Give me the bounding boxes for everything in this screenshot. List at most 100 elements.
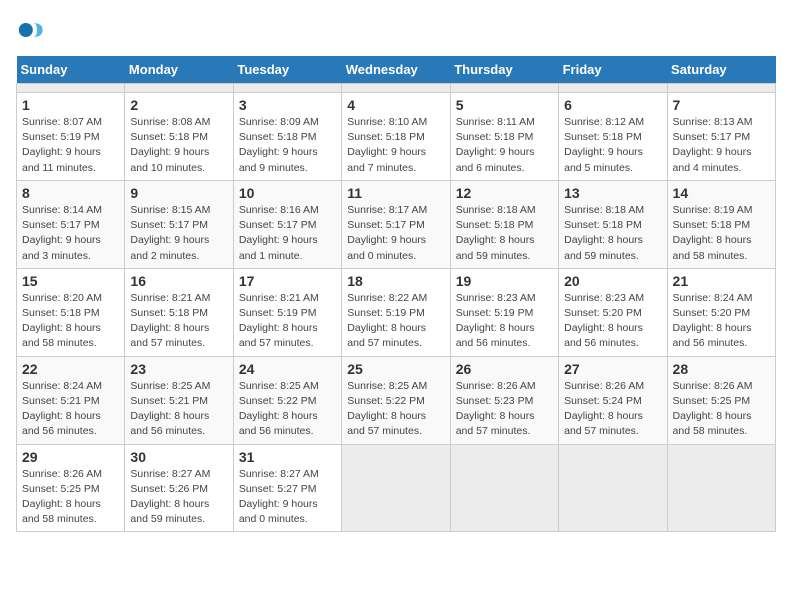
weekday-thursday: Thursday — [450, 56, 558, 84]
day-info: Sunrise: 8:14 AM Sunset: 5:17 PM Dayligh… — [22, 203, 119, 264]
day-number: 12 — [456, 185, 553, 201]
day-info: Sunrise: 8:21 AM Sunset: 5:19 PM Dayligh… — [239, 291, 336, 352]
day-info: Sunrise: 8:25 AM Sunset: 5:21 PM Dayligh… — [130, 379, 227, 440]
calendar-week-5: 29 Sunrise: 8:26 AM Sunset: 5:25 PM Dayli… — [17, 444, 776, 532]
calendar-cell — [342, 444, 450, 532]
calendar-cell: 17 Sunrise: 8:21 AM Sunset: 5:19 PM Dayli… — [233, 268, 341, 356]
calendar-week-3: 15Sunrise: 8:20 AM Sunset: 5:18 PM Dayli… — [17, 268, 776, 356]
calendar-cell: 6 Sunrise: 8:12 AM Sunset: 5:18 PM Daylig… — [559, 93, 667, 181]
calendar-cell: 7 Sunrise: 8:13 AM Sunset: 5:17 PM Daylig… — [667, 93, 775, 181]
calendar-cell: 14 Sunrise: 8:19 AM Sunset: 5:18 PM Dayli… — [667, 180, 775, 268]
day-info: Sunrise: 8:18 AM Sunset: 5:18 PM Dayligh… — [456, 203, 553, 264]
day-number: 3 — [239, 97, 336, 113]
day-info: Sunrise: 8:24 AM Sunset: 5:21 PM Dayligh… — [22, 379, 119, 440]
weekday-saturday: Saturday — [667, 56, 775, 84]
day-number: 22 — [22, 361, 119, 377]
day-info: Sunrise: 8:16 AM Sunset: 5:17 PM Dayligh… — [239, 203, 336, 264]
day-info: Sunrise: 8:26 AM Sunset: 5:23 PM Dayligh… — [456, 379, 553, 440]
calendar-cell: 11Sunrise: 8:17 AM Sunset: 5:17 PM Dayli… — [342, 180, 450, 268]
day-number: 27 — [564, 361, 661, 377]
logo-icon — [16, 16, 44, 44]
day-number: 7 — [673, 97, 770, 113]
day-number: 11 — [347, 185, 444, 201]
calendar-cell — [342, 84, 450, 93]
day-number: 18 — [347, 273, 444, 289]
day-number: 4 — [347, 97, 444, 113]
day-info: Sunrise: 8:07 AM Sunset: 5:19 PM Dayligh… — [22, 115, 119, 176]
day-info: Sunrise: 8:12 AM Sunset: 5:18 PM Dayligh… — [564, 115, 661, 176]
day-number: 24 — [239, 361, 336, 377]
calendar-cell — [17, 84, 125, 93]
calendar-cell: 31 Sunrise: 8:27 AM Sunset: 5:27 PM Dayli… — [233, 444, 341, 532]
calendar-cell: 13 Sunrise: 8:18 AM Sunset: 5:18 PM Dayli… — [559, 180, 667, 268]
day-info: Sunrise: 8:23 AM Sunset: 5:19 PM Dayligh… — [456, 291, 553, 352]
calendar-cell: 26 Sunrise: 8:26 AM Sunset: 5:23 PM Dayli… — [450, 356, 558, 444]
day-info: Sunrise: 8:08 AM Sunset: 5:18 PM Dayligh… — [130, 115, 227, 176]
day-info: Sunrise: 8:15 AM Sunset: 5:17 PM Dayligh… — [130, 203, 227, 264]
calendar-cell — [559, 444, 667, 532]
day-number: 16 — [130, 273, 227, 289]
calendar-cell — [559, 84, 667, 93]
calendar-body: 1 Sunrise: 8:07 AM Sunset: 5:19 PM Daylig… — [17, 84, 776, 532]
day-number: 23 — [130, 361, 227, 377]
weekday-friday: Friday — [559, 56, 667, 84]
calendar-cell — [450, 84, 558, 93]
calendar-cell: 4 Sunrise: 8:10 AM Sunset: 5:18 PM Daylig… — [342, 93, 450, 181]
day-info: Sunrise: 8:13 AM Sunset: 5:17 PM Dayligh… — [673, 115, 770, 176]
calendar-cell — [450, 444, 558, 532]
day-info: Sunrise: 8:21 AM Sunset: 5:18 PM Dayligh… — [130, 291, 227, 352]
calendar-cell: 15Sunrise: 8:20 AM Sunset: 5:18 PM Dayli… — [17, 268, 125, 356]
calendar-cell: 16 Sunrise: 8:21 AM Sunset: 5:18 PM Dayli… — [125, 268, 233, 356]
weekday-tuesday: Tuesday — [233, 56, 341, 84]
day-info: Sunrise: 8:26 AM Sunset: 5:25 PM Dayligh… — [22, 467, 119, 528]
day-number: 1 — [22, 97, 119, 113]
calendar-cell: 28Sunrise: 8:26 AM Sunset: 5:25 PM Dayli… — [667, 356, 775, 444]
day-number: 5 — [456, 97, 553, 113]
weekday-wednesday: Wednesday — [342, 56, 450, 84]
day-info: Sunrise: 8:26 AM Sunset: 5:25 PM Dayligh… — [673, 379, 770, 440]
day-number: 10 — [239, 185, 336, 201]
calendar-cell: 9Sunrise: 8:15 AM Sunset: 5:17 PM Daylig… — [125, 180, 233, 268]
day-number: 31 — [239, 449, 336, 465]
calendar-week-2: 8 Sunrise: 8:14 AM Sunset: 5:17 PM Daylig… — [17, 180, 776, 268]
calendar-cell — [667, 444, 775, 532]
calendar-cell: 30 Sunrise: 8:27 AM Sunset: 5:26 PM Dayli… — [125, 444, 233, 532]
day-number: 30 — [130, 449, 227, 465]
calendar-cell: 5Sunrise: 8:11 AM Sunset: 5:18 PM Daylig… — [450, 93, 558, 181]
day-number: 26 — [456, 361, 553, 377]
calendar-cell: 24 Sunrise: 8:25 AM Sunset: 5:22 PM Dayli… — [233, 356, 341, 444]
page-header — [16, 16, 776, 44]
day-info: Sunrise: 8:27 AM Sunset: 5:26 PM Dayligh… — [130, 467, 227, 528]
calendar-cell: 3Sunrise: 8:09 AM Sunset: 5:18 PM Daylig… — [233, 93, 341, 181]
day-number: 6 — [564, 97, 661, 113]
weekday-monday: Monday — [125, 56, 233, 84]
day-number: 17 — [239, 273, 336, 289]
day-info: Sunrise: 8:10 AM Sunset: 5:18 PM Dayligh… — [347, 115, 444, 176]
calendar-cell: 23 Sunrise: 8:25 AM Sunset: 5:21 PM Dayli… — [125, 356, 233, 444]
logo — [16, 16, 48, 44]
day-number: 14 — [673, 185, 770, 201]
calendar-cell: 19 Sunrise: 8:23 AM Sunset: 5:19 PM Dayli… — [450, 268, 558, 356]
day-number: 21 — [673, 273, 770, 289]
day-info: Sunrise: 8:26 AM Sunset: 5:24 PM Dayligh… — [564, 379, 661, 440]
calendar-week-4: 22 Sunrise: 8:24 AM Sunset: 5:21 PM Dayli… — [17, 356, 776, 444]
calendar-cell: 8 Sunrise: 8:14 AM Sunset: 5:17 PM Daylig… — [17, 180, 125, 268]
calendar-cell: 21Sunrise: 8:24 AM Sunset: 5:20 PM Dayli… — [667, 268, 775, 356]
day-info: Sunrise: 8:18 AM Sunset: 5:18 PM Dayligh… — [564, 203, 661, 264]
day-info: Sunrise: 8:27 AM Sunset: 5:27 PM Dayligh… — [239, 467, 336, 528]
calendar-week-1: 1 Sunrise: 8:07 AM Sunset: 5:19 PM Daylig… — [17, 93, 776, 181]
day-info: Sunrise: 8:25 AM Sunset: 5:22 PM Dayligh… — [239, 379, 336, 440]
calendar-cell: 18Sunrise: 8:22 AM Sunset: 5:19 PM Dayli… — [342, 268, 450, 356]
day-number: 8 — [22, 185, 119, 201]
day-number: 20 — [564, 273, 661, 289]
weekday-row: SundayMondayTuesdayWednesdayThursdayFrid… — [17, 56, 776, 84]
day-info: Sunrise: 8:25 AM Sunset: 5:22 PM Dayligh… — [347, 379, 444, 440]
day-number: 13 — [564, 185, 661, 201]
day-number: 19 — [456, 273, 553, 289]
calendar-cell: 25Sunrise: 8:25 AM Sunset: 5:22 PM Dayli… — [342, 356, 450, 444]
day-info: Sunrise: 8:20 AM Sunset: 5:18 PM Dayligh… — [22, 291, 119, 352]
day-number: 2 — [130, 97, 227, 113]
calendar-cell: 29 Sunrise: 8:26 AM Sunset: 5:25 PM Dayli… — [17, 444, 125, 532]
day-number: 29 — [22, 449, 119, 465]
day-info: Sunrise: 8:19 AM Sunset: 5:18 PM Dayligh… — [673, 203, 770, 264]
